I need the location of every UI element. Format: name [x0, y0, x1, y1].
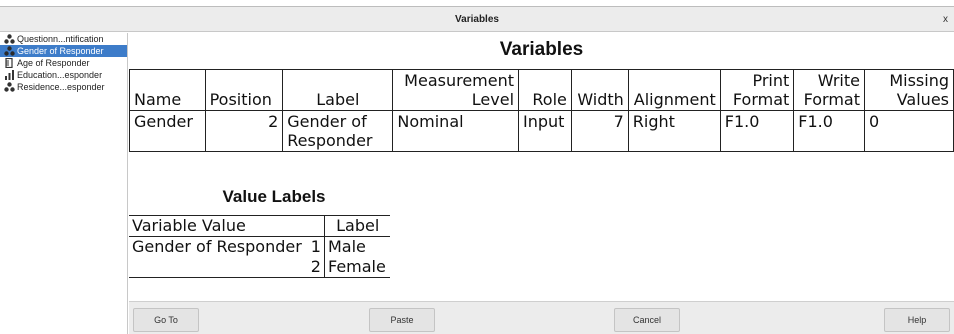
column-header-position: Position — [204, 69, 284, 111]
paste-button[interactable]: Paste — [369, 308, 435, 332]
column-header-missing-values: Missing Values — [864, 69, 954, 111]
value-labels-table: Variable Value Label Gender of Responder… — [129, 215, 391, 278]
cell-value-label: Male — [327, 237, 366, 256]
cell-measurement-level: Nominal — [392, 110, 520, 152]
window-title: Variables — [455, 14, 499, 25]
column-header-alignment: Alignment — [627, 69, 721, 111]
nominal-icon — [4, 82, 15, 92]
cell-position: 2 — [204, 110, 284, 152]
cell-print-format: F1.0 — [719, 110, 795, 152]
cell-width: 7 — [570, 110, 629, 152]
sidebar-item-education-of-responder[interactable]: Education...esponder — [0, 69, 127, 81]
value-labels-title: Value Labels — [222, 187, 326, 206]
column-header-measurement-level: Measurement Level — [392, 69, 520, 111]
column-header-label: Label — [336, 216, 380, 235]
sidebar-item-label: Gender of Responder — [17, 46, 104, 56]
cell-value: 2 — [307, 257, 325, 278]
cell-variable-name: Gender of Responder — [132, 237, 302, 256]
cancel-button[interactable]: Cancel — [614, 308, 680, 332]
cell-value: 1 — [307, 236, 325, 257]
variables-table: Name Position Label Measurement Level Rol… — [129, 69, 954, 152]
cell-role: Input — [518, 110, 572, 152]
sidebar-item-label: Residence...esponder — [17, 82, 105, 92]
cell-label: Gender of Responder — [282, 110, 394, 152]
help-button[interactable]: Help — [884, 308, 950, 332]
dialog-footer: Go To Paste Cancel Help — [129, 301, 954, 334]
column-header-variable-value: Variable Value — [129, 215, 325, 237]
column-header-write-format: Write Format — [793, 69, 865, 111]
sidebar-item-gender-of-responder[interactable]: Gender of Responder — [0, 45, 127, 57]
sidebar-item-age-of-responder[interactable]: Age of Responder — [0, 57, 127, 69]
sidebar-item-label: Education...esponder — [17, 70, 103, 80]
table-row: Gender 2 Gender of Responder Nominal Inpu… — [129, 110, 954, 152]
nominal-icon — [4, 34, 15, 44]
column-header-width: Width — [570, 69, 629, 111]
table-row: Gender of Responder 1 Male — [129, 236, 390, 257]
column-header-label: Label — [282, 69, 394, 111]
column-header-print-format: Print Format — [719, 69, 795, 111]
sidebar-item-questionnaire-identification[interactable]: Questionn...ntification — [0, 33, 127, 45]
cell-name: Gender — [129, 110, 206, 152]
sidebar-item-label: Age of Responder — [17, 58, 90, 68]
cell-variable-name-empty — [129, 257, 308, 278]
window-titlebar: Variables x — [0, 6, 954, 32]
variable-outline-sidebar: Questionn...ntification Gender of Respon… — [0, 33, 128, 334]
nominal-icon — [4, 46, 15, 56]
sidebar-item-residence-of-responder[interactable]: Residence...esponder — [0, 81, 127, 93]
cell-missing-values: 0 — [864, 110, 954, 152]
ordinal-icon — [5, 70, 14, 80]
output-viewer: Variables Name Position Label Measuremen… — [129, 33, 954, 301]
column-header-name: Name — [129, 69, 206, 111]
cell-alignment: Right — [627, 110, 721, 152]
variables-table-title: Variables — [499, 39, 584, 60]
cell-write-format: F1.0 — [793, 110, 865, 152]
close-icon[interactable]: x — [943, 7, 948, 33]
column-header-role: Role — [518, 69, 572, 111]
scale-icon — [5, 58, 13, 68]
sidebar-item-label: Questionn...ntification — [17, 34, 104, 44]
cell-value-label: Female — [327, 257, 386, 276]
table-row: 2 Female — [129, 257, 391, 278]
go-to-button[interactable]: Go To — [133, 308, 199, 332]
